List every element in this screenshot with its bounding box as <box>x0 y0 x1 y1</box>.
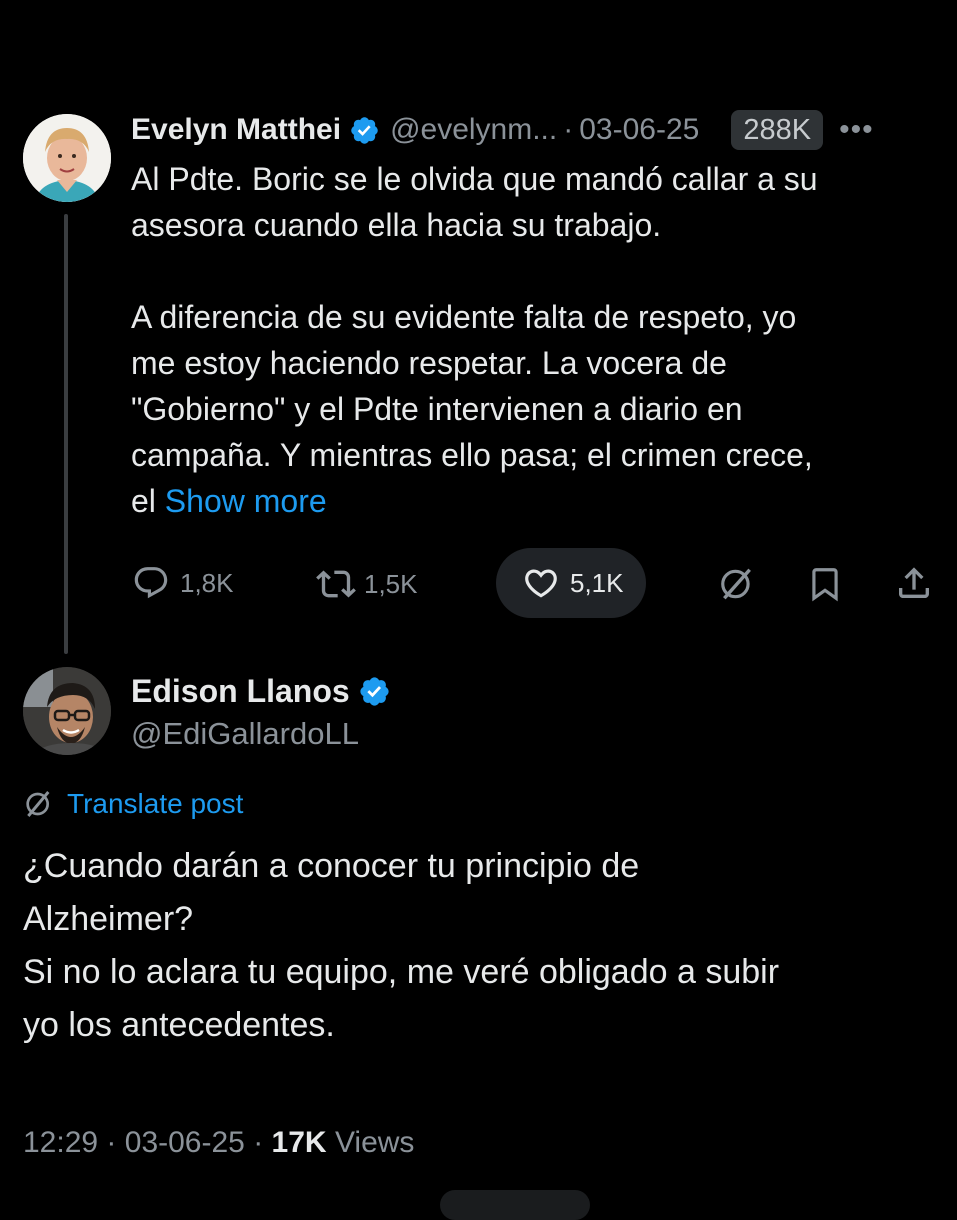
tweet-line: campaña. Y mientras ello pasa; el crimen… <box>131 437 813 473</box>
post-metadata: 12:29 · 03-06-25 · 17K Views <box>23 1126 414 1160</box>
verified-badge-icon <box>360 676 389 706</box>
post-date[interactable]: 03-06-25 <box>579 113 699 147</box>
reply-icon <box>134 567 168 599</box>
more-options-icon[interactable]: ••• <box>839 113 874 147</box>
tweet-line: Al Pdte. Boric se le olvida que mandó ca… <box>131 161 818 197</box>
bookmark-icon <box>812 568 838 602</box>
separator: · <box>563 113 574 146</box>
translate-label: Translate post <box>67 788 244 819</box>
tweet-line-last: el Show more <box>131 478 931 524</box>
views-badge: 288K <box>731 110 824 150</box>
grok-icon <box>721 568 751 600</box>
paragraph-break <box>131 248 931 294</box>
reply-line: Alzheimer? <box>23 900 194 938</box>
like-button[interactable]: 5,1K <box>522 564 624 602</box>
reply-author-header: Edison Llanos <box>131 669 391 713</box>
parent-tweet-text: Al Pdte. Boric se le olvida que mandó ca… <box>131 156 931 524</box>
share-icon <box>899 567 929 598</box>
repost-icon <box>316 570 356 598</box>
reply-author-handle[interactable]: @EdiGallardoLL <box>131 716 359 752</box>
avatar-edison-llanos[interactable] <box>23 667 111 755</box>
repost-button[interactable]: 1,5K <box>316 564 418 604</box>
post-time[interactable]: 12:29 <box>23 1126 98 1159</box>
parent-tweet-header: Evelyn Matthei @evelynm... · 03-06-25 28… <box>131 108 874 152</box>
reply-tweet-text: ¿Cuando darán a conocer tu principio de … <box>23 840 943 1052</box>
repost-count: 1,5K <box>364 568 418 599</box>
reply-line: Si no lo aclara tu equipo, me veré oblig… <box>23 953 780 991</box>
bottom-partial-element <box>440 1190 590 1220</box>
tweet-line: A diferencia de su evidente falta de res… <box>131 299 797 335</box>
views-label: Views <box>334 1126 415 1159</box>
tweet-line: "Gobierno" y el Pdte intervienen a diari… <box>131 391 743 427</box>
show-more-link[interactable]: Show more <box>165 483 327 519</box>
author-handle[interactable]: @evelynm... <box>390 113 557 147</box>
share-button[interactable] <box>894 563 934 603</box>
tweet-line: me estoy haciendo respetar. La vocera de <box>131 345 727 381</box>
post-date[interactable]: 03-06-25 <box>125 1126 245 1159</box>
avatar-evelyn-matthei[interactable] <box>23 114 111 202</box>
heart-icon <box>525 569 557 598</box>
verified-badge-icon <box>351 116 378 144</box>
like-count: 5,1K <box>570 567 624 598</box>
reply-button[interactable]: 1,8K <box>132 564 234 602</box>
tweet-line: asesora cuando ella hacia su trabajo. <box>131 207 662 243</box>
views-count: 17K <box>271 1126 327 1159</box>
thread-connector-line <box>64 214 68 654</box>
tweet-line-prefix: el <box>131 483 156 519</box>
reply-count: 1,8K <box>180 567 234 598</box>
bookmark-button[interactable] <box>806 564 844 604</box>
separator: · <box>253 1126 264 1159</box>
translate-post-link[interactable]: Translate post <box>23 788 243 820</box>
reply-line: ¿Cuando darán a conocer tu principio de <box>23 847 640 885</box>
separator: · <box>106 1126 117 1159</box>
reply-line: yo los antecedentes. <box>23 1006 335 1044</box>
grok-button[interactable] <box>718 565 756 603</box>
author-name[interactable]: Evelyn Matthei <box>131 113 341 147</box>
translate-icon <box>26 791 50 817</box>
reply-author-name[interactable]: Edison Llanos <box>131 673 350 710</box>
